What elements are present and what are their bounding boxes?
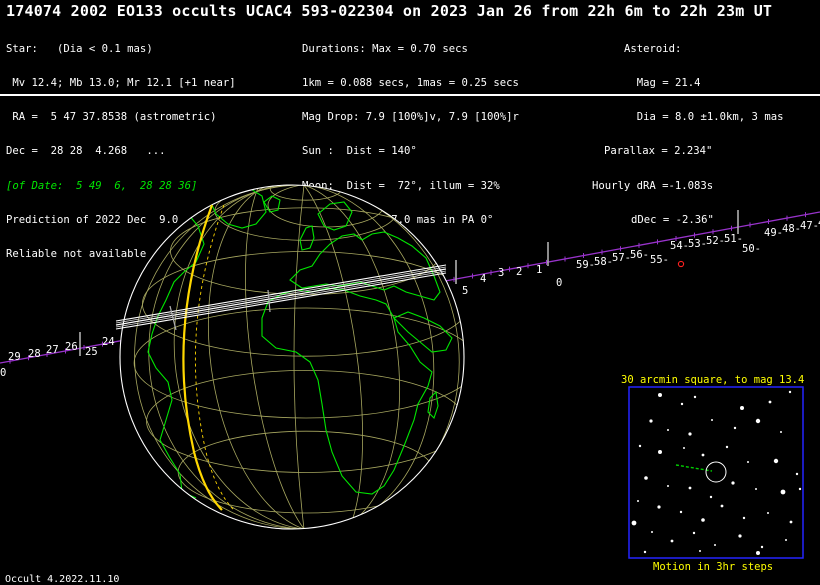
minute-label: 53- — [688, 238, 707, 250]
star-point — [649, 419, 653, 423]
minute-label: 49- — [764, 227, 783, 239]
star-point — [680, 402, 684, 406]
star-point — [738, 534, 742, 538]
star-point — [693, 395, 697, 399]
minute-label: 26 — [65, 341, 78, 353]
version-label: Occult 4.2022.11.10 — [5, 574, 120, 585]
star-point — [688, 432, 692, 436]
star-chart-frame — [628, 386, 804, 559]
star-point — [731, 481, 735, 485]
star-point — [798, 487, 802, 491]
star-point — [670, 539, 674, 543]
minute-label: 55- — [650, 254, 669, 266]
minute-label: 0 — [0, 367, 6, 379]
star-point — [644, 476, 648, 480]
occultation-window: 174074 2002 EO133 occults UCAC4 593-0223… — [0, 0, 820, 585]
star-point — [755, 418, 761, 424]
minute-label: 51- — [724, 233, 743, 245]
star-point — [683, 447, 685, 449]
minute-label: 59- — [576, 259, 595, 271]
star-point — [688, 486, 692, 490]
star-point — [637, 500, 639, 502]
star-point — [773, 458, 779, 464]
minute-label: 25 — [85, 346, 98, 358]
star-point — [733, 426, 737, 430]
star-point — [714, 544, 716, 546]
minute-label: 1 — [536, 264, 542, 276]
minute-label: 57- — [612, 252, 631, 264]
minute-label: 47- — [800, 220, 819, 232]
minute-label: 58- — [594, 256, 613, 268]
star-point — [785, 539, 787, 541]
star-point — [699, 550, 701, 552]
star-point — [768, 400, 772, 404]
star-point — [789, 520, 793, 524]
star-point — [709, 495, 713, 499]
star-point — [756, 551, 760, 555]
star-point — [747, 461, 749, 463]
star-point — [711, 419, 713, 421]
minute-label: 3 — [498, 267, 504, 279]
minute-label: 5 — [462, 285, 468, 297]
minute-label: 29 — [8, 351, 21, 363]
star-point — [701, 518, 705, 522]
star-point — [667, 429, 669, 431]
star-point — [631, 520, 637, 526]
minute-label: 54- — [670, 240, 689, 252]
star-point — [658, 450, 662, 454]
star-point — [780, 489, 786, 495]
star-point — [760, 545, 764, 549]
minute-label: 50- — [742, 243, 761, 255]
star-point — [742, 516, 746, 520]
star-point — [788, 390, 792, 394]
star-point — [740, 406, 744, 410]
minute-label: 48- — [782, 223, 801, 235]
star-point — [643, 550, 647, 554]
star-point — [679, 510, 683, 514]
minute-label: 24 — [102, 336, 115, 348]
minute-label: 28 — [28, 348, 41, 360]
star-point — [780, 431, 782, 433]
star-point — [725, 445, 729, 449]
star-point — [651, 531, 653, 533]
target-star-marker — [677, 260, 685, 268]
star-point — [638, 444, 642, 448]
star-point — [701, 453, 705, 457]
star-point — [667, 485, 669, 487]
minute-label: 27 — [46, 344, 59, 356]
star-point — [767, 512, 769, 514]
star-point — [795, 472, 799, 476]
occultation-diagram: 54 3 2 1059- 58- 57- 56- 55-54- 53- 52- 51-50-49- 4… — [0, 184, 820, 559]
minute-label: 4 — [480, 273, 486, 285]
minute-label: 2 — [516, 266, 522, 278]
star-point — [658, 393, 662, 397]
minute-label: 56- — [630, 249, 649, 261]
star-chart-title: 30 arcmin square, to mag 13.4 — [621, 374, 805, 386]
star-point — [657, 505, 661, 509]
minute-label: 52- — [706, 235, 725, 247]
earth-globe — [120, 185, 464, 529]
star-chart-footer: Motion in 3hr steps — [653, 561, 774, 573]
minute-label: 0 — [556, 277, 562, 289]
star-point — [692, 531, 696, 535]
star-point — [720, 504, 724, 508]
star-point — [755, 488, 757, 490]
